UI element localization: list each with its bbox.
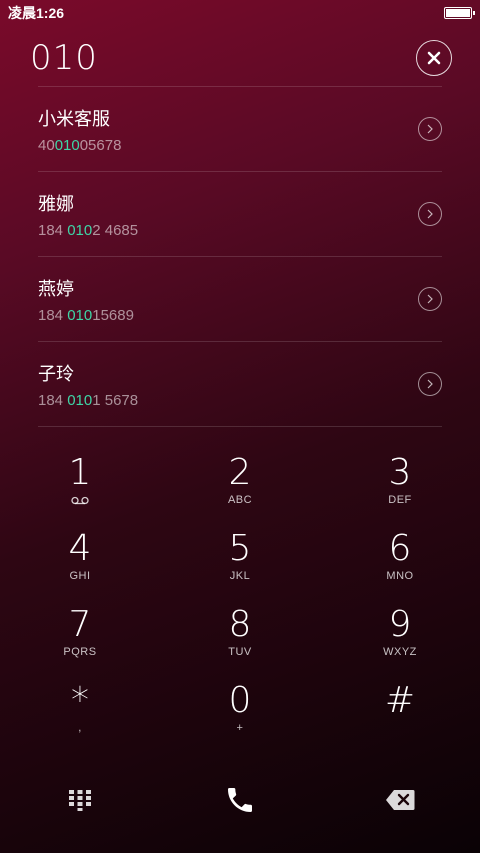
contact-number: 4001005678: [38, 136, 122, 154]
key-digit: 6: [388, 528, 412, 569]
key-digit: #: [384, 680, 416, 721]
dialpad-icon: [69, 790, 91, 811]
contact-name: 小米客服: [38, 108, 110, 130]
key-digit: 2: [228, 452, 252, 493]
call-button[interactable]: [160, 770, 320, 830]
key-7[interactable]: 7 PQRS: [0, 604, 160, 680]
key-6[interactable]: 6 MNO: [320, 528, 480, 604]
chevron-right-icon: [427, 379, 433, 389]
clear-button[interactable]: [416, 40, 452, 76]
dial-keypad: 1 2 ABC 3 DEF 4 GHI 5 JKL 6 MNO 7 PQRS 8…: [0, 452, 480, 756]
contact-name: 雅娜: [38, 193, 74, 215]
contact-number: 184 01015689: [38, 306, 134, 324]
matched-digits: 010: [67, 391, 93, 409]
key-8[interactable]: 8 TUV: [160, 604, 320, 680]
key-letters: MNO: [386, 570, 414, 582]
dialpad-toggle-button[interactable]: [0, 770, 160, 830]
matched-digits: 010: [67, 306, 93, 324]
key-hash[interactable]: #: [320, 680, 480, 756]
dial-header: 010: [0, 30, 480, 86]
contact-number: 184 0101 5678: [38, 391, 139, 409]
key-letters: +: [236, 722, 244, 734]
status-bar: 凌晨1:26: [0, 0, 480, 26]
key-letters: TUV: [228, 646, 252, 658]
chevron-right-icon: [427, 294, 433, 304]
key-letters: ABC: [227, 494, 253, 506]
key-3[interactable]: 3 DEF: [320, 452, 480, 528]
key-digit: 3: [388, 452, 412, 493]
contact-suggestion-list: 小米客服 4001005678 雅娜 184 0102 4685 燕婷 184 …: [38, 86, 442, 427]
key-letters: JKL: [229, 570, 251, 582]
backspace-icon: [386, 790, 415, 810]
key-5[interactable]: 5 JKL: [160, 528, 320, 604]
dialer-action-bar: [0, 770, 480, 830]
contact-number: 184 0102 4685: [38, 221, 139, 239]
close-icon: [427, 51, 441, 65]
battery-icon: [444, 7, 475, 19]
contact-detail-button[interactable]: [418, 287, 442, 311]
key-letters: WXYZ: [383, 646, 417, 658]
voicemail-icon: [71, 494, 89, 508]
key-digit: 1: [68, 452, 92, 493]
key-digit: 0: [228, 680, 252, 721]
key-2[interactable]: 2 ABC: [160, 452, 320, 528]
backspace-button[interactable]: [320, 770, 480, 830]
status-time: 凌晨1:26: [8, 5, 65, 21]
key-digit: *: [71, 680, 89, 721]
contact-detail-button[interactable]: [418, 202, 442, 226]
contact-detail-button[interactable]: [418, 117, 442, 141]
key-1[interactable]: 1: [0, 452, 160, 528]
chevron-right-icon: [427, 209, 433, 219]
key-0[interactable]: 0 +: [160, 680, 320, 756]
contact-item[interactable]: 小米客服 4001005678: [38, 87, 442, 172]
key-letters: ,: [78, 722, 82, 734]
key-digit: 8: [228, 604, 252, 645]
key-9[interactable]: 9 WXYZ: [320, 604, 480, 680]
key-letters: PQRS: [63, 646, 97, 658]
contact-item[interactable]: 子玲 184 0101 5678: [38, 342, 442, 427]
contact-item[interactable]: 燕婷 184 01015689: [38, 257, 442, 342]
key-letters: GHI: [69, 570, 91, 582]
phone-icon: [228, 788, 252, 812]
contact-name: 燕婷: [38, 278, 74, 300]
matched-digits: 010: [67, 221, 93, 239]
key-digit: 5: [228, 528, 252, 569]
key-digit: 4: [68, 528, 92, 569]
key-star[interactable]: * ,: [0, 680, 160, 756]
chevron-right-icon: [427, 124, 433, 134]
contact-detail-button[interactable]: [418, 372, 442, 396]
contact-item[interactable]: 雅娜 184 0102 4685: [38, 172, 442, 257]
key-digit: 9: [388, 604, 412, 645]
contact-name: 子玲: [38, 363, 74, 385]
key-letters: DEF: [388, 494, 412, 506]
dialed-number-display[interactable]: 010: [30, 38, 98, 78]
matched-digits: 010: [54, 136, 80, 154]
key-4[interactable]: 4 GHI: [0, 528, 160, 604]
key-digit: 7: [68, 604, 92, 645]
